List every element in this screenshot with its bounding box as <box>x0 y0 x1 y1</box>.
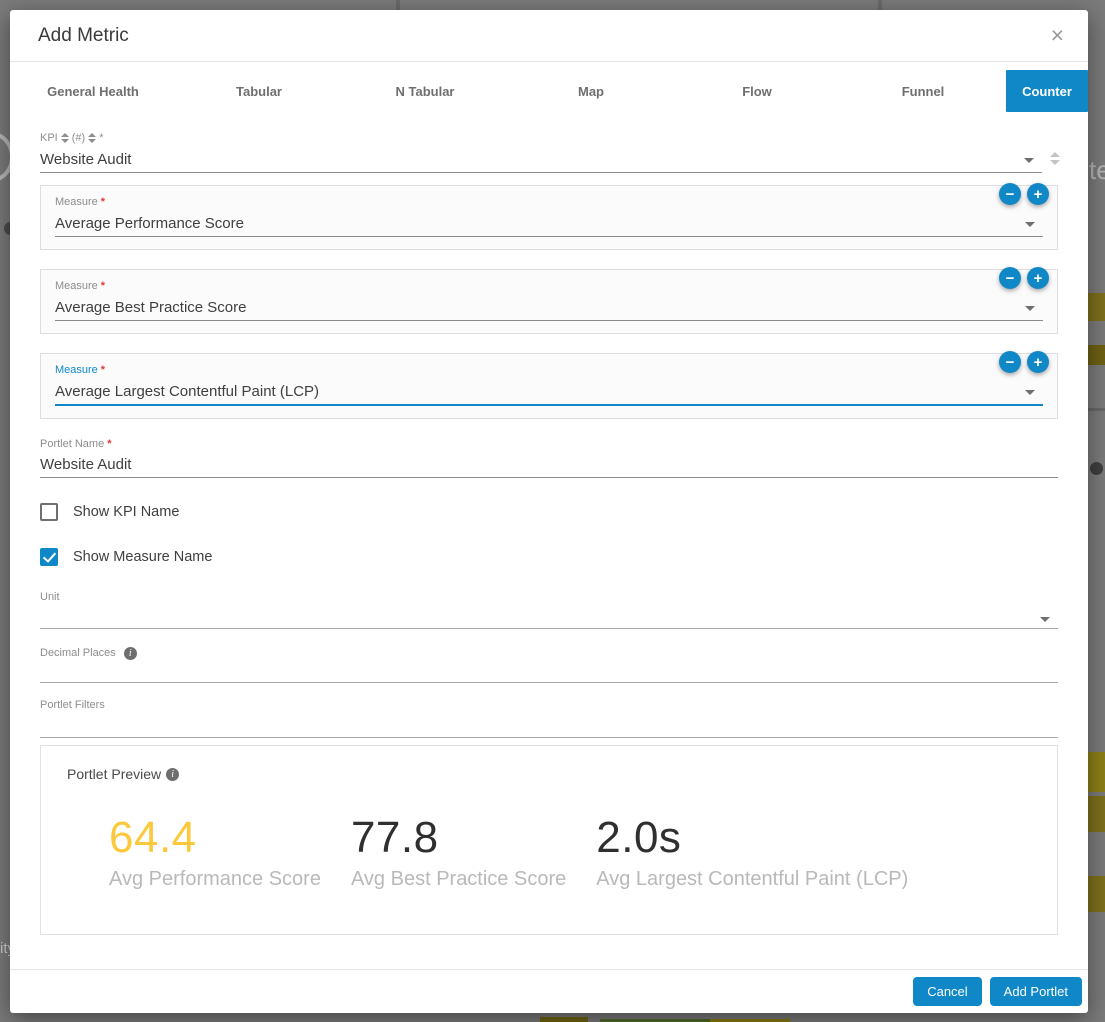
counter-lcp: 2.0s Avg Largest Contentful Paint (LCP) <box>596 814 908 891</box>
measure-select[interactable]: Average Best Practice Score <box>55 294 1043 321</box>
background-bar <box>1088 796 1105 832</box>
portlet-preview-title: Portlet Preview i <box>67 766 1031 782</box>
background-icon <box>1090 462 1103 475</box>
measure-card-3: Measure* Average Largest Contentful Pain… <box>40 353 1058 419</box>
remove-measure-button[interactable]: − <box>999 351 1021 373</box>
counter-best-practice: 77.8 Avg Best Practice Score <box>351 814 566 891</box>
measure-card-2: Measure* Average Best Practice Score − + <box>40 269 1058 334</box>
kpi-field-block: KPI (#) * Website Audit <box>40 130 1058 173</box>
background-divider <box>878 0 882 10</box>
measure-value: Average Largest Contentful Paint (LCP) <box>55 378 1043 404</box>
background-bar <box>1088 876 1105 912</box>
remove-measure-button[interactable]: − <box>999 267 1021 289</box>
measure-select[interactable]: Average Largest Contentful Paint (LCP) <box>55 378 1043 406</box>
portlet-name-block: Portlet Name* Website Audit <box>40 436 1058 478</box>
chevron-down-icon[interactable] <box>1025 306 1035 311</box>
unit-select[interactable] <box>40 605 1058 629</box>
sort-arrows-icon <box>61 133 69 143</box>
dialog-footer: Cancel Add Portlet <box>10 969 1088 1013</box>
remove-measure-button[interactable]: − <box>999 183 1021 205</box>
background-divider <box>1088 408 1105 411</box>
counter-value: 77.8 <box>351 814 566 862</box>
info-icon[interactable]: i <box>124 647 137 660</box>
measure-actions: − + <box>999 267 1049 289</box>
kpi-value: Website Audit <box>40 146 1042 172</box>
kpi-label: KPI (#) * <box>40 130 1058 146</box>
decimal-places-input[interactable] <box>40 661 1058 683</box>
add-measure-button[interactable]: + <box>1027 267 1049 289</box>
measure-value: Average Best Practice Score <box>55 294 1043 320</box>
tab-map[interactable]: Map <box>508 70 674 112</box>
spinner-arrows-icon[interactable] <box>1050 152 1060 165</box>
portlet-filters-label: Portlet Filters <box>40 697 1058 713</box>
tab-counter[interactable]: Counter <box>1006 70 1088 112</box>
counter-label: Avg Performance Score <box>109 868 321 891</box>
info-icon[interactable]: i <box>166 768 179 781</box>
checkbox-label: Show KPI Name <box>73 504 179 520</box>
decimal-places-block: Decimal Places i <box>40 645 1058 683</box>
background-right-strip: te <box>1088 10 1105 1022</box>
background-top-strip <box>0 0 1105 10</box>
dialog-title: Add Metric <box>38 25 129 47</box>
counter-label: Avg Largest Contentful Paint (LCP) <box>596 868 908 891</box>
chevron-down-icon[interactable] <box>1025 390 1035 395</box>
add-measure-button[interactable]: + <box>1027 351 1049 373</box>
dialog-header: Add Metric × <box>10 10 1088 62</box>
show-measure-name-checkbox[interactable] <box>40 548 58 566</box>
add-measure-button[interactable]: + <box>1027 183 1049 205</box>
tab-funnel[interactable]: Funnel <box>840 70 1006 112</box>
kpi-select[interactable]: Website Audit <box>40 146 1042 173</box>
dialog-body: KPI (#) * Website Audit Measure* Average… <box>10 112 1088 969</box>
background-divider <box>396 0 400 10</box>
background-bar <box>1088 345 1105 365</box>
measure-label: Measure* <box>55 278 1043 294</box>
chevron-down-icon[interactable] <box>1025 222 1035 227</box>
measure-actions: − + <box>999 183 1049 205</box>
portlet-preview-panel: Portlet Preview i 64.4 Avg Performance S… <box>40 745 1058 935</box>
portlet-filters-block: Portlet Filters <box>40 697 1058 738</box>
unit-label: Unit <box>40 589 1058 605</box>
cancel-button[interactable]: Cancel <box>913 977 981 1006</box>
background-bar <box>1088 752 1105 792</box>
metric-type-tabs: General Health Tabular N Tabular Map Flo… <box>10 70 1088 112</box>
close-icon[interactable]: × <box>1051 24 1064 47</box>
unit-block: Unit <box>40 589 1058 629</box>
counter-performance: 64.4 Avg Performance Score <box>109 814 321 891</box>
add-metric-dialog: Add Metric × General Health Tabular N Ta… <box>10 10 1088 1013</box>
checkbox-label: Show Measure Name <box>73 549 212 565</box>
chevron-down-icon[interactable] <box>1040 617 1050 622</box>
add-portlet-button[interactable]: Add Portlet <box>990 977 1082 1006</box>
counter-label: Avg Best Practice Score <box>351 868 566 891</box>
show-measure-name-option[interactable]: Show Measure Name <box>40 547 1058 567</box>
background-text-fragment: te <box>1089 155 1105 186</box>
preview-counters: 64.4 Avg Performance Score 77.8 Avg Best… <box>67 814 1031 891</box>
background-bar <box>1088 293 1105 321</box>
portlet-filters-input[interactable] <box>40 713 1058 738</box>
show-kpi-name-checkbox[interactable] <box>40 503 58 521</box>
measure-value: Average Performance Score <box>55 210 1043 236</box>
background-bottom-strip <box>18 1013 1088 1022</box>
portlet-name-input[interactable]: Website Audit <box>40 452 1058 478</box>
tab-flow[interactable]: Flow <box>674 70 840 112</box>
measure-select[interactable]: Average Performance Score <box>55 210 1043 237</box>
portlet-name-label: Portlet Name* <box>40 436 1058 452</box>
sort-arrows-icon <box>88 133 96 143</box>
tab-tabular[interactable]: Tabular <box>176 70 342 112</box>
background-bar <box>540 1017 588 1022</box>
tab-n-tabular[interactable]: N Tabular <box>342 70 508 112</box>
measure-card-1: Measure* Average Performance Score − + <box>40 185 1058 250</box>
measure-label: Measure* <box>55 362 1043 378</box>
show-kpi-name-option[interactable]: Show KPI Name <box>40 502 1058 522</box>
measure-actions: − + <box>999 351 1049 373</box>
decimal-places-label: Decimal Places i <box>40 645 1058 661</box>
measure-label: Measure* <box>55 194 1043 210</box>
counter-value: 2.0s <box>596 814 908 862</box>
counter-value: 64.4 <box>109 814 321 862</box>
tab-general-health[interactable]: General Health <box>10 70 176 112</box>
chevron-down-icon[interactable] <box>1024 158 1034 163</box>
